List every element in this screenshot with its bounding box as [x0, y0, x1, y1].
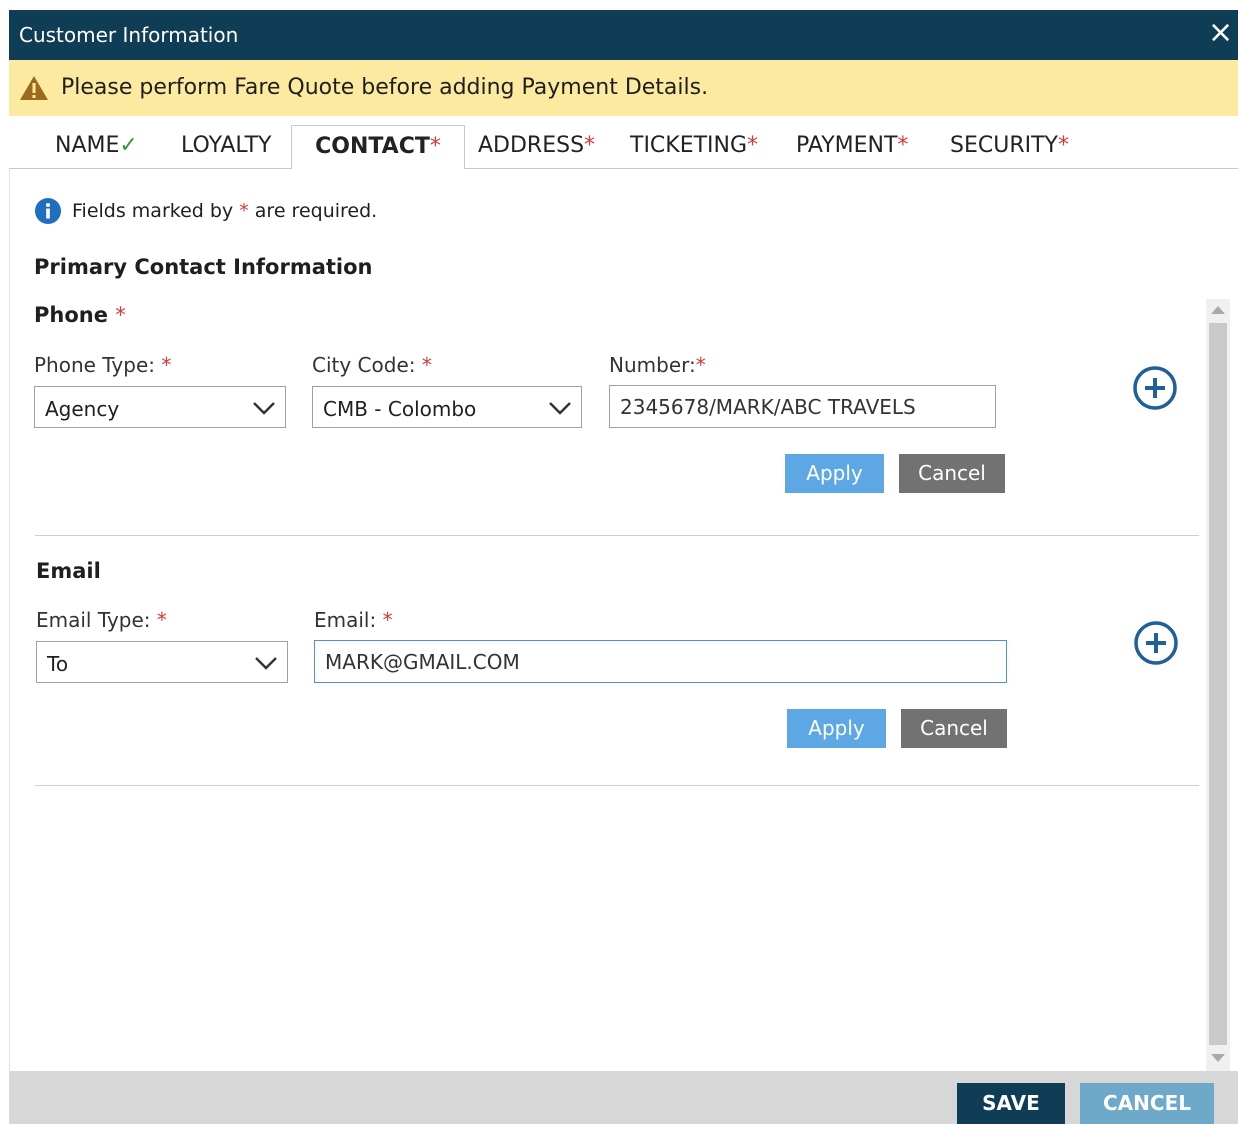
tab-ticketing-label: TICKETING [630, 133, 748, 158]
scroll-down-arrow-icon[interactable] [1209, 1051, 1227, 1065]
section-divider [35, 535, 1199, 536]
required-asterisk: * [156, 608, 167, 632]
dialog-footer: SAVE CANCEL [9, 1071, 1238, 1124]
required-asterisk: * [695, 353, 706, 377]
email-apply-button[interactable]: Apply [787, 709, 886, 748]
required-asterisk: * [382, 608, 393, 632]
phone-number-input[interactable] [609, 385, 996, 428]
required-asterisk: * [897, 133, 909, 158]
warning-banner: Please perform Fare Quote before adding … [9, 60, 1238, 116]
required-asterisk: * [421, 353, 432, 377]
scrollbar-thumb[interactable] [1209, 323, 1227, 1045]
tab-ticketing[interactable]: TICKETING* [630, 125, 758, 167]
info-icon [35, 198, 61, 224]
primary-contact-heading: Primary Contact Information [34, 255, 373, 279]
tab-address-label: ADDRESS [478, 133, 585, 158]
number-label: Number:* [609, 353, 706, 377]
check-icon: ✓ [119, 133, 138, 158]
add-email-icon[interactable] [1133, 620, 1179, 666]
phone-type-label: Phone Type: * [34, 353, 172, 377]
city-code-label: City Code: * [312, 353, 432, 377]
chevron-down-icon [253, 402, 275, 415]
required-asterisk: * [747, 133, 759, 158]
required-asterisk: * [429, 134, 441, 159]
tab-name-label: NAME [55, 133, 120, 158]
email-type-select[interactable]: To [36, 641, 288, 683]
close-icon[interactable]: × [1208, 17, 1233, 49]
required-asterisk: * [1057, 133, 1069, 158]
tab-bar: NAME✓ LOYALTY CONTACT* ADDRESS* TICKETIN… [9, 116, 1238, 169]
phone-heading-text: Phone [34, 303, 108, 327]
top-strip [0, 0, 1238, 10]
vertical-scrollbar[interactable] [1206, 299, 1230, 1071]
section-divider [35, 785, 1199, 786]
tab-security[interactable]: SECURITY* [950, 125, 1069, 167]
dialog-title: Customer Information [19, 23, 239, 47]
email-cancel-button[interactable]: Cancel [901, 709, 1007, 748]
warning-triangle-icon [20, 76, 48, 100]
tab-contact[interactable]: CONTACT* [291, 125, 465, 169]
email-type-value: To [47, 652, 69, 676]
phone-cancel-button[interactable]: Cancel [899, 454, 1005, 493]
warning-text: Please perform Fare Quote before adding … [61, 75, 709, 100]
tab-loyalty[interactable]: LOYALTY [181, 125, 271, 167]
tab-security-label: SECURITY [950, 133, 1058, 158]
phone-apply-button[interactable]: Apply [785, 454, 884, 493]
cancel-button[interactable]: CANCEL [1080, 1083, 1214, 1124]
chevron-down-icon [549, 402, 571, 415]
phone-heading: Phone * [34, 303, 126, 327]
tab-address[interactable]: ADDRESS* [478, 125, 595, 167]
email-label: Email: * [314, 608, 393, 632]
tab-loyalty-label: LOYALTY [181, 133, 272, 158]
required-asterisk: * [239, 200, 249, 222]
required-asterisk: * [161, 353, 172, 377]
email-input[interactable] [314, 640, 1007, 683]
dialog-title-bar: Customer Information × [9, 10, 1238, 60]
tab-contact-label: CONTACT [315, 134, 430, 159]
tab-payment-label: PAYMENT [796, 133, 898, 158]
phone-type-value: Agency [45, 397, 120, 421]
city-code-select[interactable]: CMB - Colombo [312, 386, 582, 428]
scroll-up-arrow-icon[interactable] [1209, 303, 1227, 317]
info-text-after: are required. [254, 200, 378, 222]
tab-name[interactable]: NAME✓ [55, 125, 138, 167]
chevron-down-icon [255, 657, 277, 670]
email-heading: Email [36, 559, 101, 583]
contact-panel: Fields marked by * are required. Primary… [9, 169, 1238, 1071]
email-type-label: Email Type: * [36, 608, 167, 632]
save-button[interactable]: SAVE [957, 1083, 1065, 1124]
add-phone-icon[interactable] [1132, 365, 1178, 411]
info-text-before: Fields marked by [72, 200, 234, 222]
phone-type-select[interactable]: Agency [34, 386, 286, 428]
city-code-value: CMB - Colombo [323, 397, 477, 421]
tab-payment[interactable]: PAYMENT* [796, 125, 908, 167]
required-asterisk: * [115, 303, 126, 327]
required-asterisk: * [584, 133, 596, 158]
